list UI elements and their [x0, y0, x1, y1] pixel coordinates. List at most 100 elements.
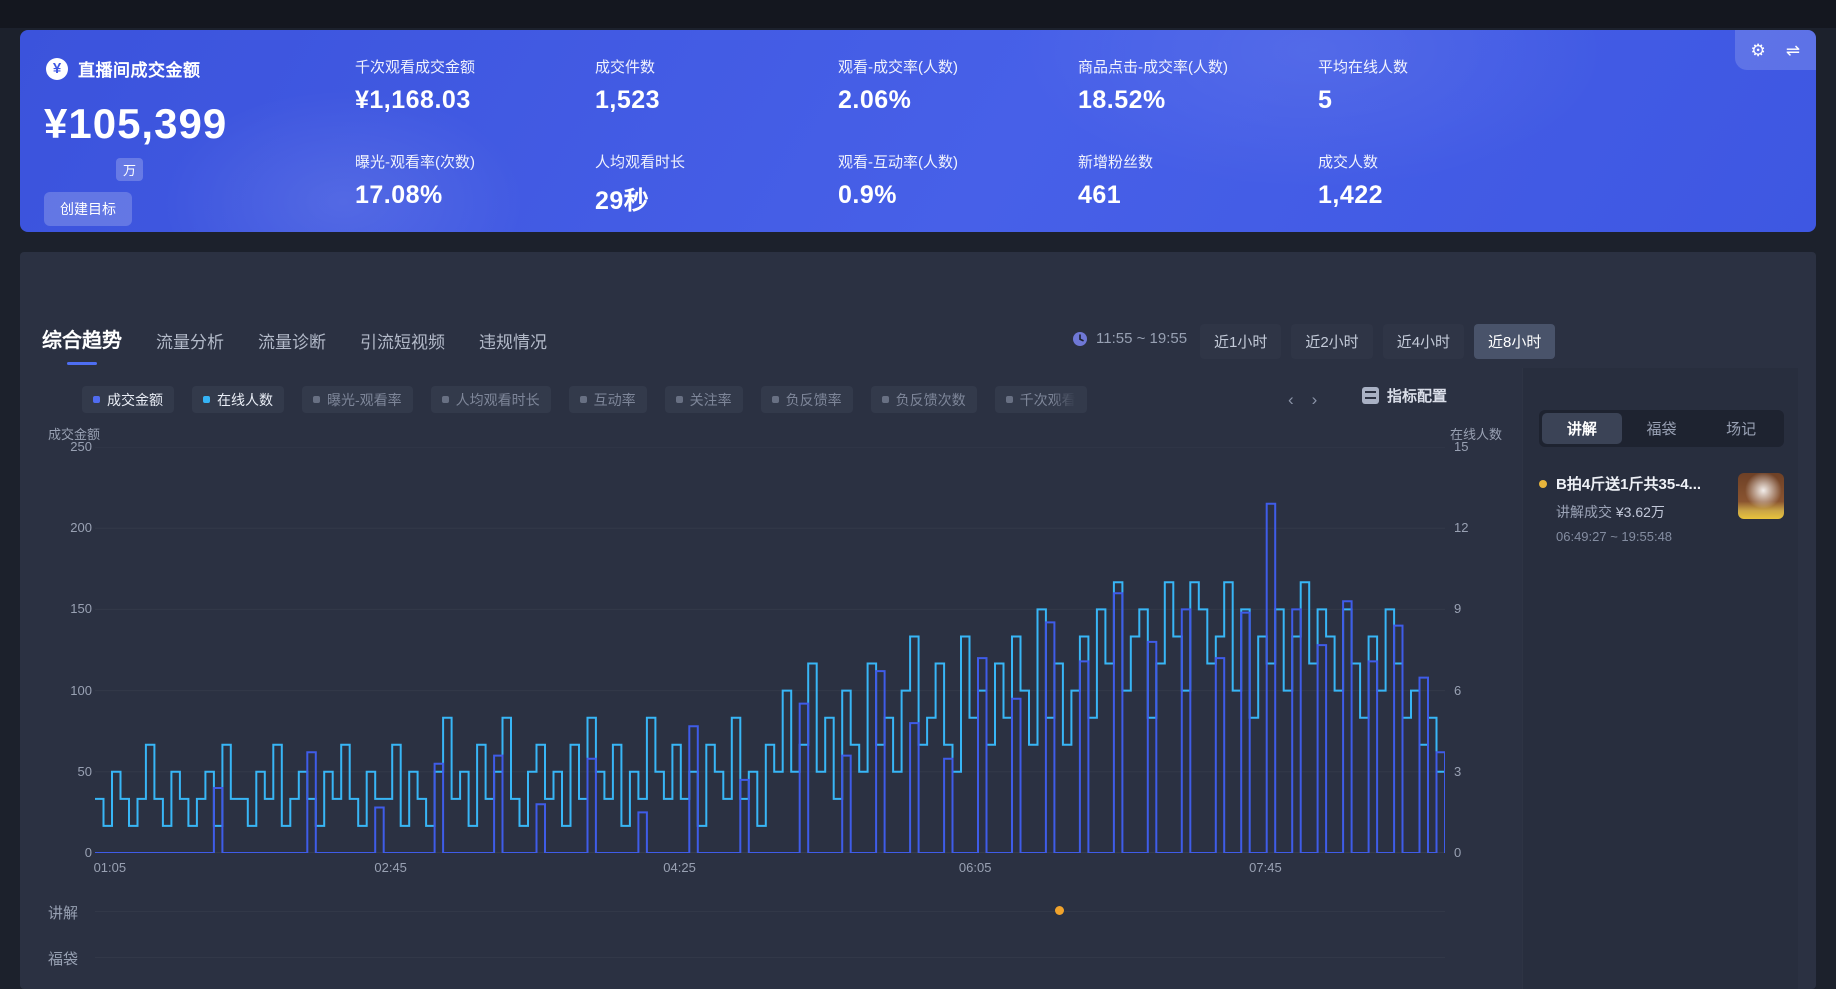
chip-label: 在线人数 [217, 390, 273, 410]
item-time-range: 06:49:27 ~ 19:55:48 [1556, 529, 1729, 544]
left-tick-label: 50 [46, 764, 92, 779]
chip-label: 关注率 [690, 390, 732, 410]
tab-流量诊断[interactable]: 流量诊断 [258, 328, 326, 365]
metric-value: 1,523 [595, 86, 825, 115]
metric: 观看-成交率(人数)2.06% [838, 56, 1068, 115]
chip-互动率[interactable]: 互动率 [569, 386, 647, 413]
metric: 成交件数 1,523 [595, 56, 825, 115]
create-goal-button[interactable]: 创建目标 [44, 192, 132, 226]
chips-prev-icon[interactable]: ‹ [1288, 390, 1294, 410]
chip-label: 负反馈率 [786, 390, 842, 410]
timeline-row-讲解: 讲解 [48, 902, 78, 923]
unit-badge: 万 [116, 158, 143, 181]
left-tick-label: 100 [46, 683, 92, 698]
chip-label: 互动率 [594, 390, 636, 410]
main-panel: 综合趋势流量分析流量诊断引流短视频违规情况 11:55 ~ 19:55 近1小时… [20, 252, 1816, 989]
tab-流量分析[interactable]: 流量分析 [156, 328, 224, 365]
chips-next-icon[interactable]: › [1312, 390, 1318, 410]
metric-chips: 成交金额 在线人数 曝光-观看率 人均观看时长 互动率 关注率 负反馈率 负反馈次数千次观看 [82, 386, 1087, 413]
item-subtitle: 讲解成交 ¥3.62万 [1556, 502, 1729, 522]
metric: 商品点击-成交率(人数)18.52% [1078, 56, 1308, 115]
metric-label: 人均观看时长 [595, 151, 825, 172]
tab-引流短视频[interactable]: 引流短视频 [360, 328, 445, 365]
trend-chart [95, 447, 1445, 853]
metric: 观看-互动率(人数) 0.9% [838, 151, 1068, 210]
item-sub-label: 讲解成交 [1556, 504, 1612, 520]
chip-dot-icon [580, 396, 587, 403]
main-metric-label: 直播间成交金额 [78, 56, 201, 81]
metric-label: 观看-互动率(人数) [838, 151, 1068, 172]
right-tick-label: 0 [1454, 845, 1461, 860]
chip-成交金额[interactable]: 成交金额 [82, 386, 174, 413]
right-tick-label: 12 [1454, 520, 1468, 535]
indicator-config-label: 指标配置 [1387, 385, 1447, 406]
metric-label: 千次观看成交金额 [355, 56, 585, 77]
item-sub-value: ¥3.62万 [1616, 504, 1665, 520]
swap-icon[interactable]: ⇌ [1786, 42, 1800, 59]
x-tick-label: 02:45 [374, 860, 407, 875]
chip-负反馈率[interactable]: 负反馈率 [761, 386, 853, 413]
x-tick-label: 04:25 [663, 860, 696, 875]
metric-label: 成交件数 [595, 56, 825, 77]
chip-dot-icon [203, 396, 210, 403]
x-tick-label: 01:05 [94, 860, 127, 875]
indicator-config-button[interactable]: 指标配置 [1362, 385, 1447, 406]
config-grid-icon [1362, 387, 1379, 404]
chip-关注率[interactable]: 关注率 [665, 386, 743, 413]
metric-value: 1,422 [1318, 181, 1548, 210]
banner-corner-actions: ⚙ ⇌ [1735, 30, 1817, 70]
metric: 千次观看成交金额 ¥1,168.03 [355, 56, 585, 115]
tab-违规情况[interactable]: 违规情况 [479, 328, 547, 365]
side-tab-场记[interactable]: 场记 [1701, 413, 1781, 444]
series-成交金额 [95, 504, 1445, 853]
metric-value: ¥1,168.03 [355, 86, 585, 115]
time-range-button[interactable]: 近1小时 [1200, 324, 1281, 359]
side-tab-讲解[interactable]: 讲解 [1542, 413, 1622, 444]
left-tick-label: 150 [46, 601, 92, 616]
metric-label: 观看-成交率(人数) [838, 56, 1068, 77]
explain-list-item[interactable]: B拍4斤送1斤共35-4... 讲解成交 ¥3.62万 06:49:27 ~ 1… [1539, 473, 1784, 544]
chip-在线人数[interactable]: 在线人数 [192, 386, 284, 413]
gear-icon[interactable]: ⚙ [1751, 42, 1766, 59]
chip-dot-icon [772, 396, 779, 403]
chip-曝光-观看率[interactable]: 曝光-观看率 [302, 386, 413, 413]
chip-dot-icon [676, 396, 683, 403]
left-tick-label: 0 [46, 845, 92, 860]
metric-label: 成交人数 [1318, 151, 1548, 172]
chip-label: 曝光-观看率 [327, 390, 402, 410]
right-tick-label: 15 [1454, 439, 1468, 454]
metric-label: 新增粉丝数 [1078, 151, 1308, 172]
metric: 新增粉丝数461 [1078, 151, 1308, 210]
chip-dot-icon [882, 396, 889, 403]
time-buttons: 近1小时近2小时近4小时近8小时 [1200, 324, 1555, 359]
item-bullet-icon [1539, 480, 1547, 488]
main-metric-value: ¥105,399 [44, 100, 227, 148]
time-range-button[interactable]: 近4小时 [1383, 324, 1464, 359]
metric: 平均在线人数5 [1318, 56, 1548, 115]
metric-column: 商品点击-成交率(人数)18.52% 新增粉丝数461 [1078, 56, 1308, 246]
chip-dot-icon [1006, 396, 1013, 403]
metric-column: 观看-成交率(人数)2.06% 观看-互动率(人数) 0.9% [838, 56, 1068, 246]
chip-人均观看时长[interactable]: 人均观看时长 [431, 386, 551, 413]
right-tick-label: 3 [1454, 764, 1461, 779]
main-metric-header: ¥ 直播间成交金额 [46, 56, 201, 81]
metric-value: 29秒 [595, 181, 825, 217]
time-range-button[interactable]: 近8小时 [1474, 324, 1555, 359]
dashboard-stage: ⚙ ⇌ ¥ 直播间成交金额 ¥105,399 万 创建目标 千次观看成交金额¥1… [0, 0, 1836, 989]
metric-label: 商品点击-成交率(人数) [1078, 56, 1308, 77]
time-range-button[interactable]: 近2小时 [1291, 324, 1372, 359]
side-tab-福袋[interactable]: 福袋 [1622, 413, 1702, 444]
tab-综合趋势[interactable]: 综合趋势 [42, 324, 122, 365]
chip-dot-icon [442, 396, 449, 403]
x-tick-label: 07:45 [1249, 860, 1282, 875]
top-strip [0, 0, 1836, 28]
chip-负反馈次数[interactable]: 负反馈次数 [871, 386, 977, 413]
chip-千次观看[interactable]: 千次观看 [995, 386, 1087, 413]
x-tick-label: 06:05 [959, 860, 992, 875]
metric-value: 0.9% [838, 181, 1068, 210]
metric-value: 17.08% [355, 181, 585, 210]
yen-circle-icon: ¥ [46, 58, 68, 80]
product-thumbnail [1738, 473, 1784, 519]
timeline-marker-dot[interactable] [1055, 906, 1064, 915]
time-range: 11:55 ~ 19:55 [1072, 330, 1187, 347]
